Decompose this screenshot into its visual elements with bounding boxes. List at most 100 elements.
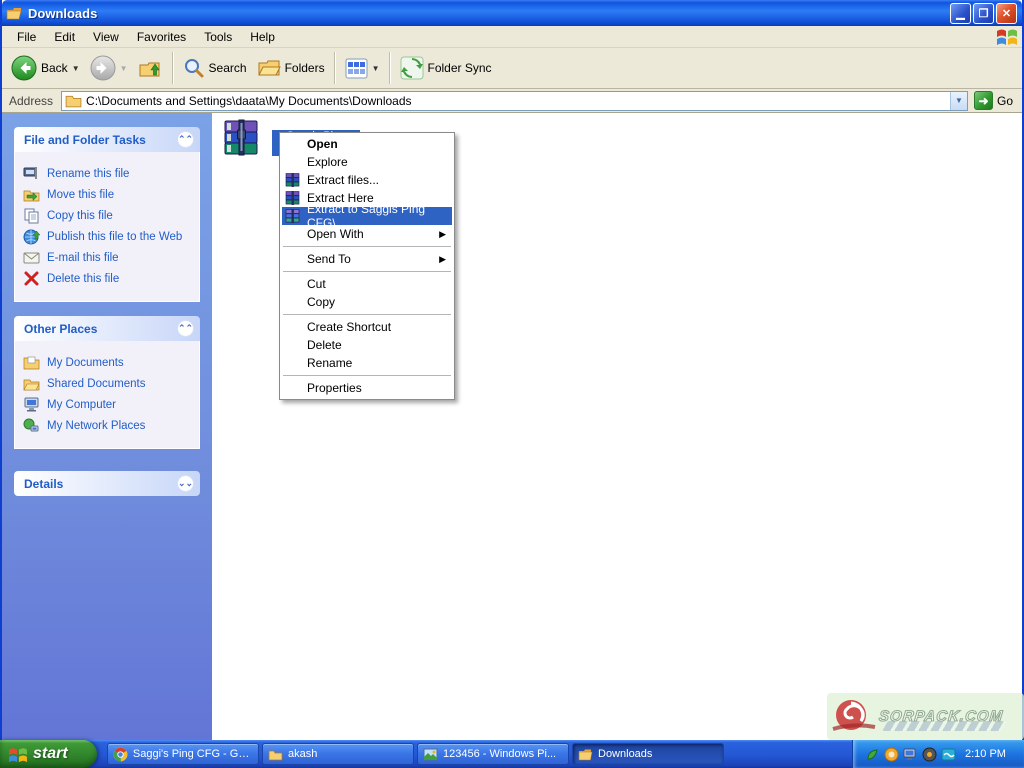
explorer-content: File and Folder Tasks ⌃⌃ Rename this fil…	[2, 113, 1022, 740]
panel-header[interactable]: Details ⌄⌄	[14, 471, 200, 496]
chrome-icon	[113, 747, 128, 762]
submenu-arrow-icon: ▶	[439, 229, 446, 240]
winrar-icon	[285, 173, 300, 187]
tray-icon-2[interactable]	[884, 747, 899, 762]
picture-icon	[423, 747, 438, 762]
address-bar: Address C:\Documents and Settings\daata\…	[2, 89, 1022, 113]
taskbar-button-downloads[interactable]: Downloads	[572, 743, 724, 765]
views-dropdown-icon[interactable]: ▼	[372, 64, 380, 73]
file-folder-tasks-panel: File and Folder Tasks ⌃⌃ Rename this fil…	[14, 127, 200, 302]
taskbar: start Saggi's Ping CFG - Go... akash 123…	[0, 740, 1024, 768]
menu-separator	[283, 246, 451, 247]
watermark-subtext-band	[882, 721, 1008, 731]
panel-body: Rename this file Move this file Copy thi…	[14, 152, 200, 302]
move-file-icon	[23, 186, 40, 203]
folders-button[interactable]: Folders	[252, 54, 330, 82]
tray-icon-5[interactable]	[941, 747, 956, 762]
forward-button[interactable]: ▼	[85, 52, 133, 84]
place-shared-documents[interactable]: Shared Documents	[23, 375, 195, 392]
expand-chevron-icon[interactable]: ⌄⌄	[177, 475, 194, 492]
panel-title: Other Places	[24, 322, 97, 336]
menu-file[interactable]: File	[8, 28, 45, 46]
menu-item-properties[interactable]: Properties	[282, 379, 452, 397]
back-icon	[11, 55, 37, 81]
file-list-area[interactable]: Saggis Ping CFG 2 Open Explore Extract f…	[212, 113, 1022, 740]
menu-separator	[283, 314, 451, 315]
views-button[interactable]: ▼	[340, 55, 385, 82]
task-rename-file[interactable]: Rename this file	[23, 165, 195, 182]
menu-item-label: Extract files...	[307, 173, 379, 187]
folder-sync-label: Folder Sync	[428, 61, 492, 75]
menu-item-cut[interactable]: Cut	[282, 275, 452, 293]
address-input[interactable]: C:\Documents and Settings\daata\My Docum…	[61, 91, 968, 111]
menu-item-explore[interactable]: Explore	[282, 153, 452, 171]
menu-favorites[interactable]: Favorites	[128, 28, 195, 46]
search-icon	[183, 57, 205, 79]
menu-item-label: Explore	[307, 155, 348, 169]
tray-icon-4[interactable]	[922, 747, 937, 762]
panel-title: Details	[24, 477, 63, 491]
place-my-documents[interactable]: My Documents	[23, 354, 195, 371]
menu-bar: File Edit View Favorites Tools Help	[2, 26, 1022, 48]
menu-view[interactable]: View	[84, 28, 128, 46]
place-label: My Network Places	[47, 420, 145, 432]
my-documents-icon	[23, 354, 40, 371]
search-button[interactable]: Search	[178, 54, 252, 82]
taskbar-button-browser[interactable]: Saggi's Ping CFG - Go...	[107, 743, 259, 765]
place-my-computer[interactable]: My Computer	[23, 396, 195, 413]
back-button[interactable]: Back ▼	[6, 52, 85, 84]
restore-button[interactable]: ❐	[973, 3, 994, 24]
folder-sync-button[interactable]: Folder Sync	[395, 53, 497, 83]
menu-edit[interactable]: Edit	[45, 28, 84, 46]
forward-dropdown-icon[interactable]: ▼	[120, 64, 128, 73]
menu-item-delete[interactable]: Delete	[282, 336, 452, 354]
task-publish-file[interactable]: Publish this file to the Web	[23, 228, 195, 245]
back-dropdown-icon[interactable]: ▼	[72, 64, 80, 73]
menu-item-rename[interactable]: Rename	[282, 354, 452, 372]
menu-item-label: Delete	[307, 338, 342, 352]
shared-documents-icon	[23, 375, 40, 392]
panel-header[interactable]: Other Places ⌃⌃	[14, 316, 200, 341]
task-copy-file[interactable]: Copy this file	[23, 207, 195, 224]
window-title: Downloads	[28, 6, 948, 21]
menu-item-extract-files[interactable]: Extract files...	[282, 171, 452, 189]
menu-item-label: Rename	[307, 356, 352, 370]
start-button[interactable]: start	[0, 740, 97, 768]
menu-item-copy[interactable]: Copy	[282, 293, 452, 311]
menu-item-label: Send To	[307, 252, 351, 266]
place-my-network[interactable]: My Network Places	[23, 417, 195, 434]
collapse-chevron-icon[interactable]: ⌃⌃	[177, 131, 194, 148]
publish-web-icon	[23, 228, 40, 245]
task-label: Copy this file	[47, 210, 113, 222]
task-move-file[interactable]: Move this file	[23, 186, 195, 203]
task-label: Publish this file to the Web	[47, 231, 182, 243]
menu-item-open-with[interactable]: Open With▶	[282, 225, 452, 243]
go-button[interactable]: ➜ Go	[968, 90, 1019, 112]
address-dropdown-icon[interactable]: ▼	[950, 92, 967, 110]
tray-icon-1[interactable]	[865, 747, 880, 762]
taskbar-button-akash[interactable]: akash	[262, 743, 414, 765]
menu-item-create-shortcut[interactable]: Create Shortcut	[282, 318, 452, 336]
task-delete-file[interactable]: Delete this file	[23, 270, 195, 287]
menu-item-open[interactable]: Open	[282, 135, 452, 153]
taskbar-button-picture-viewer[interactable]: 123456 - Windows Pi...	[417, 743, 569, 765]
close-button[interactable]: ✕	[996, 3, 1017, 24]
windows-logo-icon	[996, 27, 1018, 46]
rename-icon	[23, 165, 40, 182]
tray-icon-3[interactable]	[903, 747, 918, 762]
menu-tools[interactable]: Tools	[195, 28, 241, 46]
panel-title: File and Folder Tasks	[24, 133, 146, 147]
address-path: C:\Documents and Settings\daata\My Docum…	[86, 94, 950, 108]
folder-open-icon	[6, 5, 23, 22]
panel-header[interactable]: File and Folder Tasks ⌃⌃	[14, 127, 200, 152]
minimize-button[interactable]: ▁	[950, 3, 971, 24]
collapse-chevron-icon[interactable]: ⌃⌃	[177, 320, 194, 337]
menu-help[interactable]: Help	[241, 28, 284, 46]
folder-icon	[268, 747, 283, 762]
other-places-panel: Other Places ⌃⌃ My Documents Shared Docu…	[14, 316, 200, 449]
email-icon	[23, 249, 40, 266]
menu-item-send-to[interactable]: Send To▶	[282, 250, 452, 268]
task-email-file[interactable]: E-mail this file	[23, 249, 195, 266]
up-button[interactable]	[133, 53, 168, 83]
menu-item-extract-to-folder[interactable]: Extract to Saggis Ping CFG\	[282, 207, 452, 225]
